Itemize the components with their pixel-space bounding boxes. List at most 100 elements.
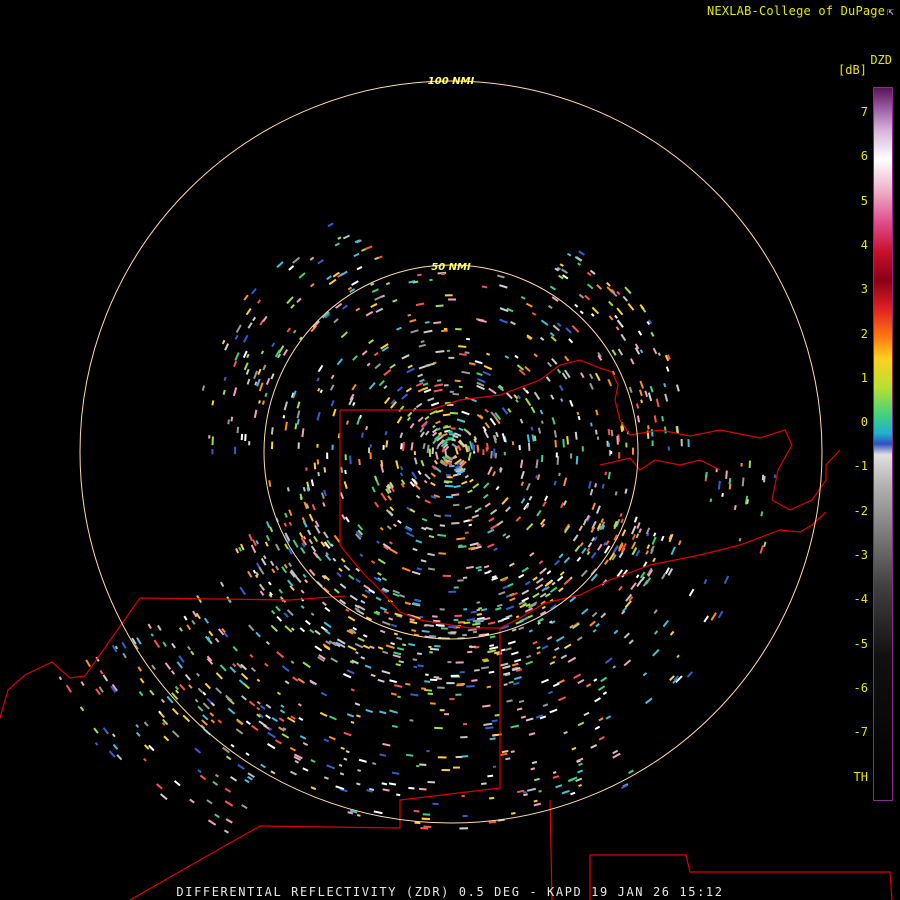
radar-echo	[618, 452, 621, 459]
radar-echo	[369, 452, 372, 460]
colorbar-tick: -7	[853, 725, 868, 740]
radar-echo	[459, 827, 469, 830]
radar-echo	[773, 474, 777, 479]
colorbar-tick: -1	[853, 459, 868, 474]
radar-echo	[455, 755, 463, 759]
radar-echo	[555, 452, 558, 458]
radar-echo	[455, 661, 464, 664]
colorbar-tick: 0	[860, 415, 868, 430]
colorbar-tick: -2	[853, 503, 868, 518]
radar-echo	[297, 442, 300, 449]
radar-echo	[234, 446, 237, 455]
radar-echo	[450, 631, 457, 634]
radar-echo	[453, 586, 459, 589]
radar-echo	[441, 769, 451, 772]
radar-echo	[449, 464, 455, 468]
radar-echo	[331, 444, 334, 450]
radar-echo	[211, 448, 214, 455]
radar-echo	[610, 450, 613, 455]
radar-echo	[305, 467, 308, 471]
colorbar-tick: 6	[860, 149, 868, 164]
radar-echo	[270, 441, 274, 450]
radar-echo	[453, 618, 459, 621]
colorbar-tick: 5	[860, 193, 868, 208]
radar-echo	[687, 439, 690, 448]
radar-echo	[448, 298, 457, 301]
radar-echo	[493, 448, 496, 457]
colorbar-product: DZD	[870, 53, 892, 67]
radar-echo	[455, 693, 462, 696]
radar-echo	[468, 645, 473, 648]
radar-echo	[344, 454, 347, 461]
colorbar-tick: 3	[860, 282, 868, 297]
radar-echo	[446, 349, 450, 352]
radar-echo	[607, 442, 610, 447]
radar-echo	[518, 444, 521, 451]
radar-echo	[748, 460, 751, 469]
radar-echo	[208, 435, 211, 439]
radar-echo	[416, 764, 420, 768]
radar-echo	[316, 443, 319, 448]
radar-echo	[441, 329, 448, 332]
radar-echo	[447, 430, 453, 433]
radar-echo	[441, 273, 445, 276]
colorbar-tick: 4	[860, 237, 868, 252]
radar-echo	[450, 674, 459, 677]
radar-echo	[461, 794, 465, 798]
radar-echo	[503, 451, 506, 456]
radar-echo	[439, 608, 445, 611]
radar-echo	[462, 723, 467, 726]
radar-echo	[425, 673, 429, 676]
radar-echo	[439, 709, 445, 712]
radar-echo	[449, 390, 454, 393]
radar-echo	[444, 514, 452, 517]
radar-echo	[680, 438, 683, 447]
product-footer: DIFFERENTIAL REFLECTIVITY (ZDR) 0.5 DEG …	[176, 885, 724, 899]
colorbar-tick: -6	[853, 680, 868, 695]
radar-echo	[437, 686, 445, 689]
radar-echo	[460, 736, 468, 739]
radar-echo	[211, 436, 214, 446]
radar-echo	[447, 661, 452, 664]
radar-echo	[426, 749, 430, 753]
radar-echo	[429, 702, 436, 705]
radar-echo	[455, 328, 462, 331]
radar-echo	[429, 651, 433, 654]
radar-echo	[429, 278, 433, 282]
radar-echo	[248, 441, 251, 446]
radar-map: 100 NMI 50 NMI	[0, 0, 900, 900]
radar-echo	[413, 451, 416, 456]
radar-echo	[452, 766, 460, 769]
radar-echo	[440, 627, 448, 630]
credit-label[interactable]: NEXLAB-College of DuPage ⇱	[707, 4, 894, 18]
radar-echo	[485, 447, 488, 452]
radar-echo	[444, 713, 450, 716]
radar-echo	[454, 614, 463, 617]
radar-echo	[463, 608, 468, 611]
range-ring-label-50: 50 NMI	[431, 262, 471, 273]
radar-echo	[437, 756, 447, 759]
colorbar-tick: 2	[860, 326, 868, 341]
colorbar-tick: -5	[853, 636, 868, 651]
radar-echo	[449, 698, 455, 701]
radar-echo	[492, 765, 497, 769]
colorbar	[873, 87, 893, 801]
radar-echo	[433, 676, 440, 679]
radar-echo	[442, 574, 452, 578]
colorbar-tick: 1	[860, 370, 868, 385]
radar-echo	[444, 294, 453, 297]
radar-echo	[596, 436, 600, 440]
credit-text: NEXLAB-College of DuPage	[706, 4, 886, 18]
radar-echo	[631, 447, 635, 455]
radar-echo	[437, 624, 445, 627]
radar-echo	[462, 814, 468, 818]
colorbar-tick: -3	[853, 548, 868, 562]
radar-echo	[447, 476, 452, 479]
radar-echo	[462, 633, 467, 637]
colorbar-tick: 7	[860, 105, 868, 119]
radar-echo	[651, 440, 654, 447]
radar-echo	[326, 452, 329, 460]
colorbar-tick: TH	[853, 769, 868, 784]
radar-echo	[446, 682, 455, 685]
range-ring-label-100: 100 NMI	[428, 76, 475, 87]
